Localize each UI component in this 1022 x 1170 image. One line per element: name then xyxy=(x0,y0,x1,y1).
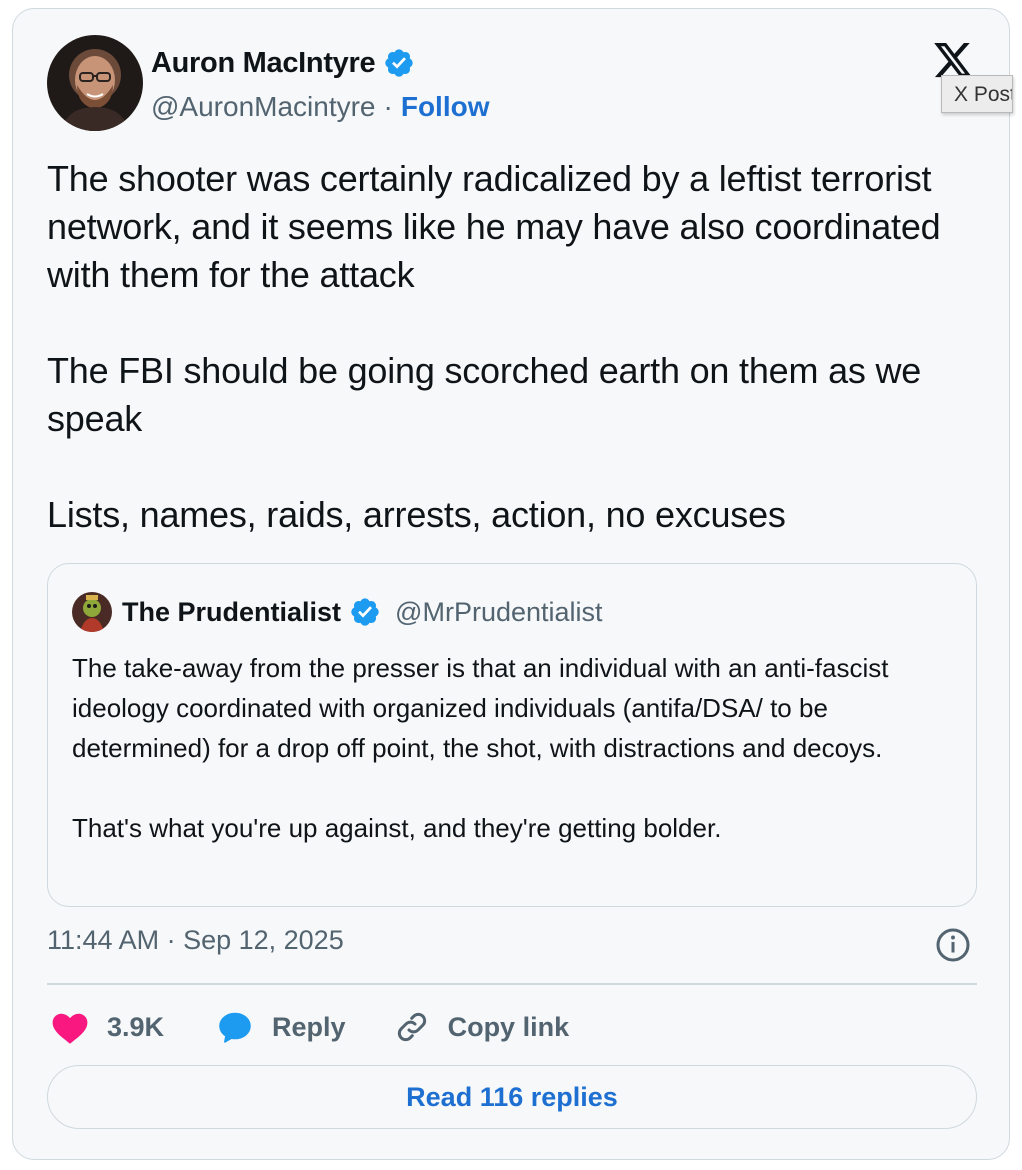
verified-badge-icon xyxy=(351,598,379,626)
read-replies-button[interactable]: Read 116 replies xyxy=(47,1065,977,1129)
author-handle[interactable]: @AuronMacintyre xyxy=(151,91,376,123)
tweet-paragraph: The shooter was certainly radicalized by… xyxy=(47,158,941,295)
info-icon[interactable] xyxy=(935,927,971,963)
action-bar: 3.9K Reply Copy link xyxy=(47,1005,569,1049)
quoted-paragraph: That's what you're up against, and they'… xyxy=(72,813,722,843)
handle-separator: · xyxy=(383,91,393,122)
quoted-header: The Prudentialist @MrPrudentialist xyxy=(122,592,603,632)
author-name-row: Auron MacIntyre xyxy=(151,43,415,83)
link-icon xyxy=(397,1012,426,1042)
quoted-text: The take-away from the presser is that a… xyxy=(72,648,952,848)
embedded-tweet-card: Auron MacIntyre @AuronMacintyre · Follow… xyxy=(12,8,1013,1160)
like-button[interactable]: 3.9K xyxy=(51,1009,164,1045)
author-avatar[interactable] xyxy=(47,35,143,131)
reply-bubble-icon xyxy=(219,1012,251,1043)
tweet-paragraph: The FBI should be going scorched earth o… xyxy=(47,350,922,439)
author-name[interactable]: Auron MacIntyre xyxy=(151,47,376,80)
author-handle-row: @AuronMacintyre · Follow xyxy=(151,87,490,127)
tweet-timestamp[interactable]: 11:44 AM · Sep 12, 2025 xyxy=(47,925,344,956)
tweet-paragraph: Lists, names, raids, arrests, action, no… xyxy=(47,494,786,535)
x-post-tooltip: X Post xyxy=(941,75,1013,113)
quoted-paragraph: The take-away from the presser is that a… xyxy=(72,653,889,763)
follow-link[interactable]: Follow xyxy=(401,91,490,123)
copy-link-label: Copy link xyxy=(447,1011,570,1042)
quoted-tweet[interactable]: The Prudentialist @MrPrudentialist The t… xyxy=(47,563,977,907)
copy-link-button[interactable]: Copy link xyxy=(394,1009,570,1045)
like-count: 3.9K xyxy=(107,1011,165,1042)
reply-label: Reply xyxy=(272,1011,346,1042)
tweet-text: The shooter was certainly radicalized by… xyxy=(47,155,977,539)
quoted-author-handle: @MrPrudentialist xyxy=(395,596,603,627)
reply-button[interactable]: Reply xyxy=(216,1009,346,1045)
heart-icon xyxy=(52,1013,88,1044)
divider xyxy=(47,983,977,985)
quoted-author-avatar xyxy=(72,592,112,632)
verified-badge-icon xyxy=(385,49,413,77)
quoted-author-name: The Prudentialist xyxy=(122,596,342,627)
